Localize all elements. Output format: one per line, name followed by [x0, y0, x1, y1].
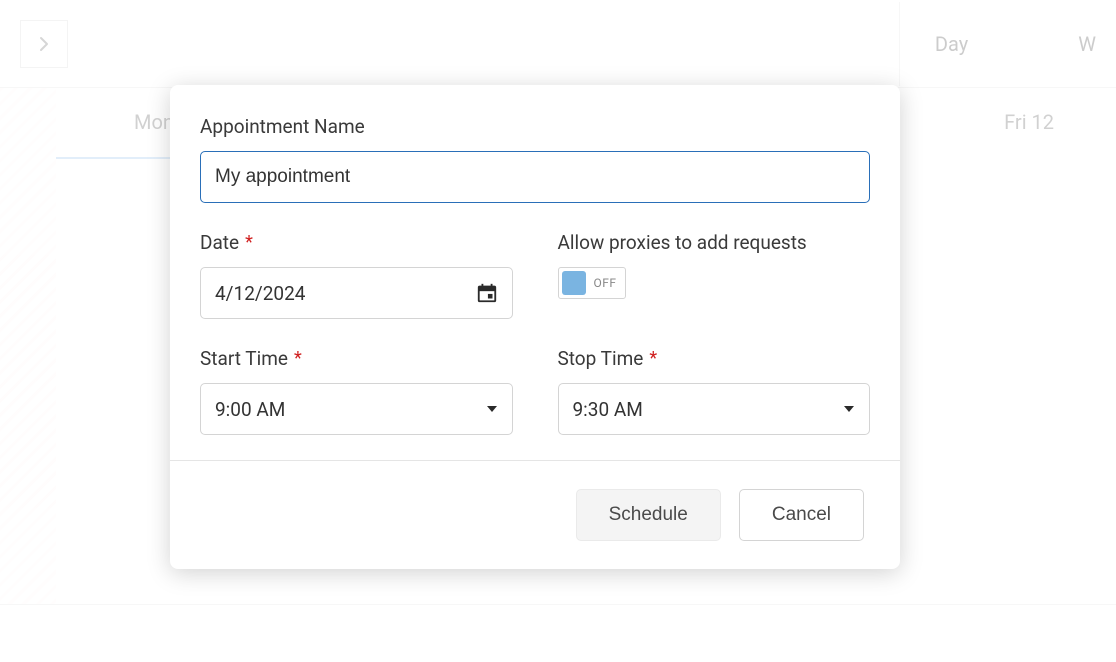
start-time-select[interactable]: 9:00 AM: [200, 383, 513, 435]
calendar-icon: [476, 282, 498, 304]
schedule-button[interactable]: Schedule: [576, 489, 721, 541]
allow-proxies-label: Allow proxies to add requests: [558, 231, 871, 254]
view-day-tab[interactable]: Day: [899, 2, 1003, 86]
next-button[interactable]: [20, 20, 68, 68]
time-gutter: [0, 88, 56, 604]
day-header-fri: Fri 12: [1004, 110, 1054, 134]
view-switcher: Day W: [899, 2, 1116, 86]
calendar-row-divider: [0, 604, 1116, 605]
chevron-down-icon: [486, 403, 498, 415]
day-header-mon: Mon: [134, 110, 174, 134]
date-value: 4/12/2024: [215, 282, 305, 305]
chevron-down-icon: [843, 403, 855, 415]
required-star-icon: *: [245, 232, 253, 253]
date-label: Date*: [200, 231, 513, 254]
dialog-body: Appointment Name Date* 4/12/2024: [170, 85, 900, 460]
start-time-value: 9:00 AM: [215, 398, 285, 421]
start-time-label: Start Time*: [200, 347, 513, 370]
dialog-footer: Schedule Cancel: [170, 460, 900, 569]
cancel-button[interactable]: Cancel: [739, 489, 864, 541]
required-star-icon: *: [294, 348, 302, 369]
date-input[interactable]: 4/12/2024: [200, 267, 513, 319]
appointment-dialog: Appointment Name Date* 4/12/2024: [170, 85, 900, 569]
appointment-name-input[interactable]: [200, 151, 870, 203]
chevron-right-icon: [36, 36, 52, 52]
stop-time-value: 9:30 AM: [573, 398, 643, 421]
stop-time-select[interactable]: 9:30 AM: [558, 383, 871, 435]
required-star-icon: *: [649, 348, 657, 369]
appointment-name-label: Appointment Name: [200, 115, 870, 138]
view-week-tab[interactable]: W: [1043, 2, 1096, 86]
calendar-toolbar: Day W: [0, 0, 1116, 88]
stop-time-label: Stop Time*: [558, 347, 871, 370]
toggle-knob: [562, 271, 586, 295]
allow-proxies-toggle[interactable]: OFF: [558, 267, 626, 299]
toggle-state-label: OFF: [594, 276, 617, 290]
